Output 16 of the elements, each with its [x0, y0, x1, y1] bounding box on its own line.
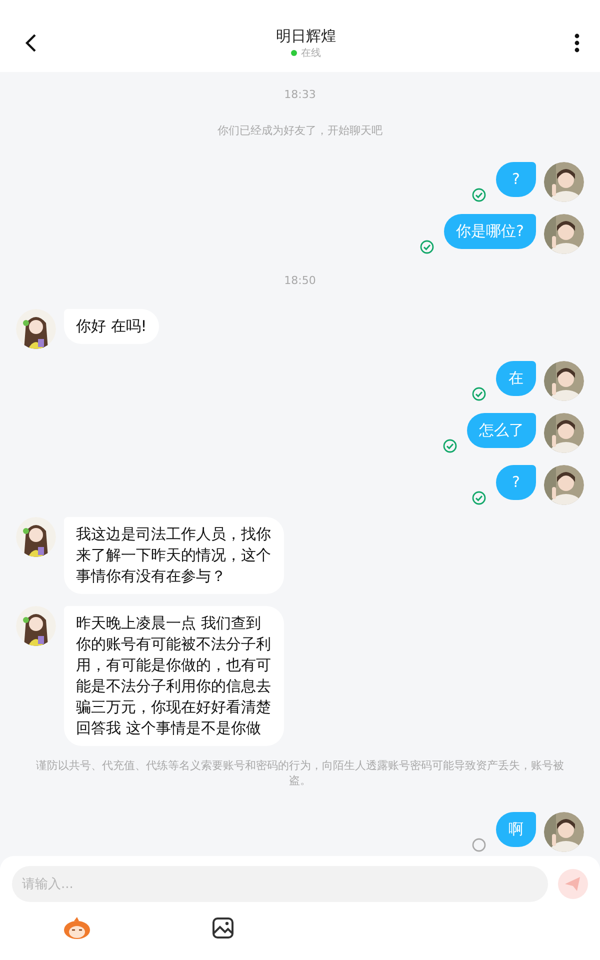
- received-message-bubble: 昨天晚上凌晨一点 我们查到你的账号有可能被不法分子利用，有可能是你做的，也有可能是不法分子利用你的信息去骗三万元，你现在好好看清楚回答我 这个事情是不是你做: [64, 606, 284, 746]
- system-notice: 你们已经成为好友了，开始聊天吧: [218, 124, 382, 137]
- sent-message-bubble: 怎么了: [467, 413, 536, 448]
- sent-message-bubble: 在: [496, 361, 536, 396]
- received-message-bubble: 你好 在吗!: [64, 309, 159, 344]
- system-notice: 谨防以共号、代充值、代练等名义索要账号和密码的行为，向陌生人透露账号密码可能导致资产丢失，账号被盗。: [36, 759, 564, 787]
- chat-title: 明日辉煌: [276, 26, 336, 46]
- timestamp: 18:33: [284, 88, 316, 101]
- sent-message-bubble: ?: [496, 162, 536, 197]
- sent-message-bubble: 你是哪位?: [444, 214, 536, 249]
- timestamp: 18:50: [284, 274, 316, 287]
- message-input[interactable]: 请输入...: [12, 866, 548, 902]
- sent-message-bubble: 啊: [496, 812, 536, 847]
- online-status: 在线: [301, 46, 321, 60]
- received-message-bubble: 我这边是司法工作人员，找你来了解一下昨天的情况，这个事情你有没有在参与？: [64, 517, 284, 594]
- sent-message-bubble: ?: [496, 465, 536, 500]
